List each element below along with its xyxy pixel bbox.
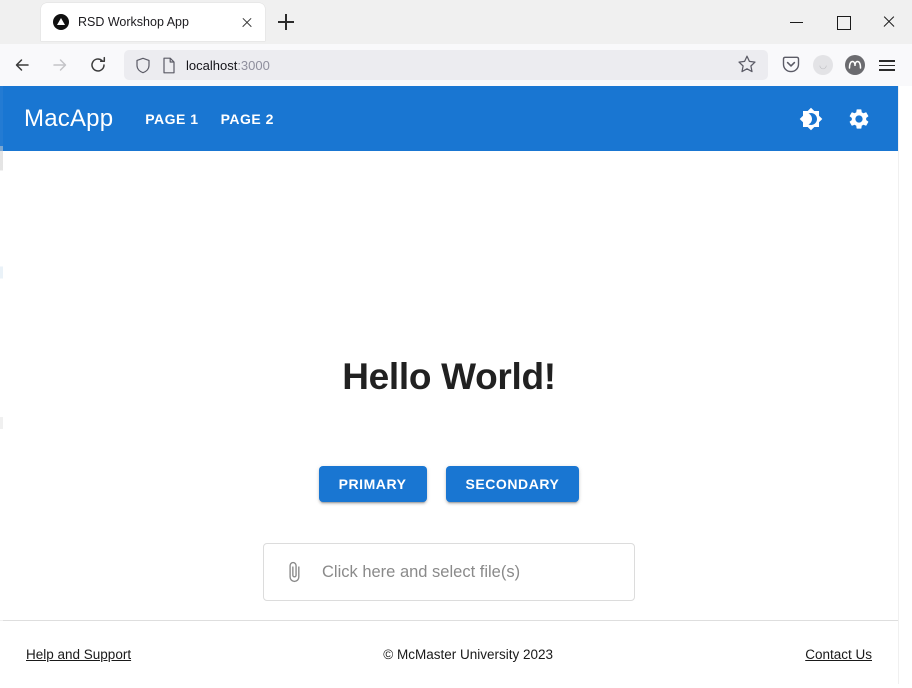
extension-icon bbox=[845, 55, 865, 75]
app-header-actions bbox=[794, 102, 876, 136]
action-button-row: PRIMARY SECONDARY bbox=[0, 466, 898, 502]
page-footer: Help and Support © McMaster University 2… bbox=[0, 620, 898, 688]
window-controls bbox=[774, 0, 912, 44]
nav-link-page-1[interactable]: PAGE 1 bbox=[137, 105, 206, 133]
paperclip-icon bbox=[283, 561, 305, 583]
account-avatar-button[interactable]: ◡ bbox=[808, 50, 838, 80]
browser-tab-strip: RSD Workshop App bbox=[0, 0, 912, 44]
shield-icon[interactable] bbox=[135, 57, 151, 74]
forward-arrow-icon bbox=[53, 59, 67, 71]
window-bottom-edge bbox=[0, 684, 912, 688]
file-upload-placeholder: Click here and select file(s) bbox=[322, 562, 521, 581]
app-nav: PAGE 1 PAGE 2 bbox=[137, 105, 282, 133]
browser-window: RSD Workshop App localhost:3000 ◡ MacApp… bbox=[0, 0, 912, 688]
primary-button[interactable]: PRIMARY bbox=[318, 466, 427, 502]
minimize-button[interactable] bbox=[774, 0, 820, 44]
tab-close-icon[interactable] bbox=[237, 12, 257, 32]
file-upload-dropzone[interactable]: Click here and select file(s) bbox=[263, 543, 635, 601]
back-arrow-icon bbox=[15, 59, 29, 71]
browser-tab[interactable]: RSD Workshop App bbox=[41, 3, 265, 41]
browser-menu-button[interactable] bbox=[872, 50, 902, 80]
secondary-button[interactable]: SECONDARY bbox=[445, 466, 580, 502]
tab-title: RSD Workshop App bbox=[78, 15, 189, 29]
extension-button[interactable] bbox=[840, 50, 870, 80]
gear-icon bbox=[849, 108, 869, 129]
address-bar[interactable]: localhost:3000 bbox=[124, 50, 768, 80]
tab-favicon-icon bbox=[53, 14, 69, 30]
page-heading: Hello World! bbox=[342, 356, 556, 397]
viewport-left-edge bbox=[0, 86, 3, 688]
page-document-icon[interactable] bbox=[162, 57, 176, 74]
page-content: Hello World! PRIMARY SECONDARY Click her… bbox=[0, 151, 898, 620]
footer-copyright: © McMaster University 2023 bbox=[383, 647, 554, 662]
url-host: localhost bbox=[186, 57, 238, 73]
reload-icon bbox=[91, 56, 106, 72]
account-avatar-icon: ◡ bbox=[813, 55, 833, 75]
page-scrollbar-thumb[interactable] bbox=[902, 86, 910, 688]
pocket-icon bbox=[782, 56, 800, 73]
nav-link-page-2[interactable]: PAGE 2 bbox=[213, 105, 282, 133]
brightness-moon-icon bbox=[799, 107, 823, 130]
forward-button[interactable] bbox=[44, 49, 76, 81]
url-port: :3000 bbox=[237, 57, 270, 73]
footer-help-link[interactable]: Help and Support bbox=[26, 647, 131, 662]
settings-button[interactable] bbox=[842, 102, 876, 136]
bookmark-star-icon[interactable] bbox=[736, 53, 760, 77]
back-button[interactable] bbox=[6, 49, 38, 81]
page-scrollbar[interactable] bbox=[898, 86, 912, 688]
window-close-button[interactable] bbox=[866, 0, 912, 44]
pocket-button[interactable] bbox=[776, 50, 806, 80]
footer-contact-link[interactable]: Contact Us bbox=[805, 647, 872, 662]
page-viewport: MacApp PAGE 1 PAGE 2 Hello World! PRIMAR… bbox=[0, 86, 912, 688]
app-brand-logo[interactable]: MacApp bbox=[24, 105, 113, 133]
new-tab-button[interactable] bbox=[275, 11, 297, 33]
maximize-button[interactable] bbox=[820, 0, 866, 44]
browser-toolbar: localhost:3000 ◡ bbox=[0, 44, 912, 86]
theme-toggle-button[interactable] bbox=[794, 102, 828, 136]
app-header: MacApp PAGE 1 PAGE 2 bbox=[0, 86, 898, 151]
url-text[interactable]: localhost:3000 bbox=[186, 58, 736, 73]
reload-button[interactable] bbox=[82, 49, 114, 81]
